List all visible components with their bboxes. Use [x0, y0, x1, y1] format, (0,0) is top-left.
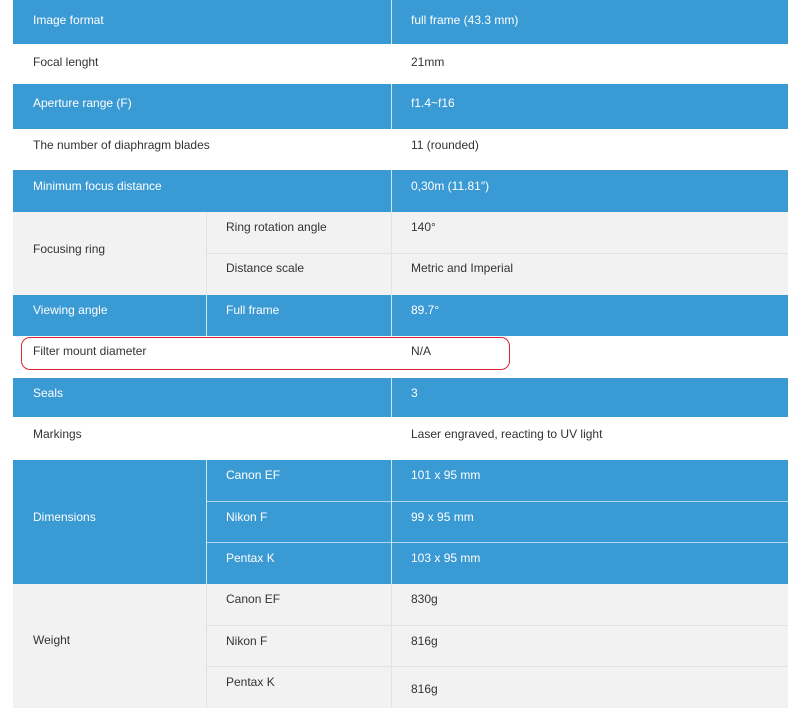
spec-value: 99 x 95 mm: [411, 510, 474, 524]
spec-value: 103 x 95 mm: [411, 551, 481, 565]
spec-row-aperture: Aperture range (F) f1.4~f16: [13, 84, 788, 129]
spec-label: Weight: [33, 633, 71, 647]
spec-sub-label: Full frame: [226, 303, 280, 317]
spec-label: Dimensions: [33, 510, 96, 524]
spec-label: Seals: [33, 386, 64, 400]
spec-label: The number of diaphragm blades: [33, 138, 210, 152]
spec-row-viewing-angle: Viewing angle Full frame 89.7°: [13, 295, 788, 336]
spec-value: 21mm: [411, 55, 445, 69]
spec-value: f1.4~f16: [411, 96, 455, 110]
spec-value: full frame (43.3 mm): [411, 13, 519, 27]
spec-sub-label: Distance scale: [226, 261, 305, 275]
spec-row-image-format: Image format full frame (43.3 mm): [13, 0, 788, 44]
spec-value: 3: [411, 386, 418, 400]
spec-label: Image format: [33, 13, 104, 27]
spec-value: Metric and Imperial: [411, 261, 514, 275]
spec-value: 89.7°: [411, 303, 440, 317]
spec-label: Viewing angle: [33, 303, 108, 317]
spec-sub-label: Ring rotation angle: [226, 220, 327, 234]
spec-sub-label: Pentax K: [226, 551, 275, 565]
spec-sub-label: Nikon F: [226, 510, 268, 524]
spec-sub-label: Pentax K: [226, 675, 275, 689]
spec-row-diaphragm-blades: The number of diaphragm blades 11 (round…: [13, 129, 788, 170]
spec-sub-label: Nikon F: [226, 634, 268, 648]
spec-label: Focal lenght: [33, 55, 99, 69]
spec-value: 140°: [411, 220, 436, 234]
spec-row-dimensions: Dimensions Canon EF 101 x 95 mm Nikon F …: [13, 460, 788, 584]
spec-label: Aperture range (F): [33, 96, 132, 110]
spec-sub-label: Canon EF: [226, 592, 281, 606]
spec-value: 830g: [411, 592, 438, 606]
highlight-annotation: [21, 337, 510, 370]
spec-label: Minimum focus distance: [33, 179, 162, 193]
spec-value: 816g: [411, 634, 438, 648]
spec-row-minimum-focus: Minimum focus distance 0,30m (11.81″): [13, 170, 788, 212]
spec-row-focusing-ring: Focusing ring Ring rotation angle 140° D…: [13, 212, 788, 295]
spec-value: 0,30m (11.81″): [411, 179, 490, 193]
spec-label: Focusing ring: [33, 242, 106, 256]
spec-value: 11 (rounded): [411, 138, 479, 152]
spec-row-markings: Markings Laser engraved, reacting to UV …: [13, 417, 788, 460]
spec-label: Markings: [33, 427, 82, 441]
spec-sub-label: Canon EF: [226, 468, 281, 482]
spec-value: Laser engraved, reacting to UV light: [411, 427, 603, 441]
spec-value: 816g: [411, 682, 438, 696]
spec-value: 101 x 95 mm: [411, 468, 481, 482]
spec-row-seals: Seals 3: [13, 378, 788, 417]
spec-row-weight: Weight Canon EF 830g Nikon F 816g Pentax…: [13, 584, 788, 708]
spec-row-focal-length: Focal lenght 21mm: [13, 44, 788, 84]
